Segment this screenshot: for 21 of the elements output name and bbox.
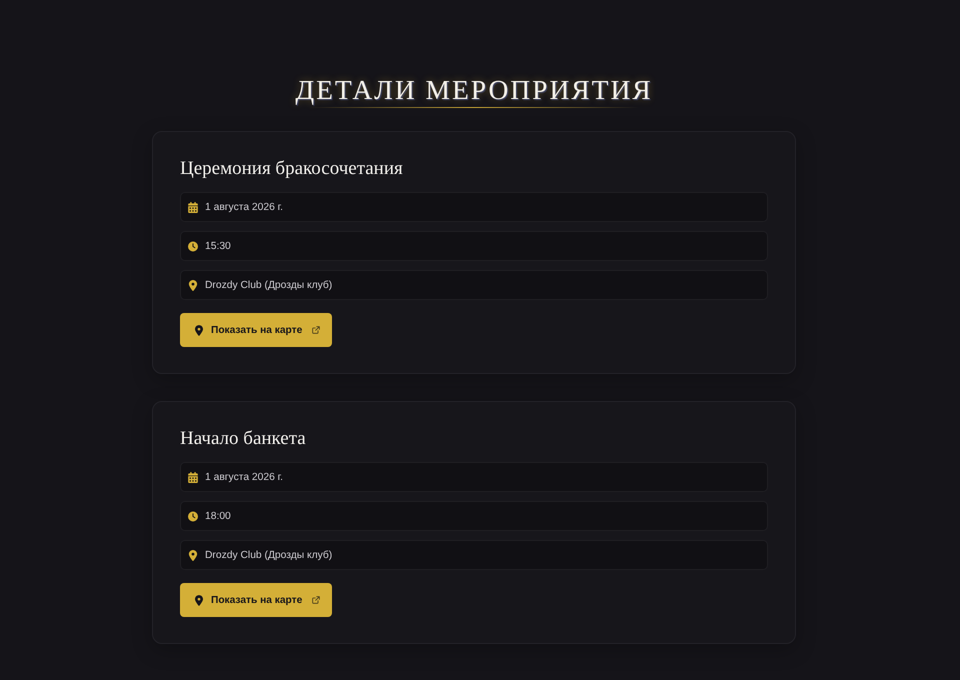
event-heading: Начало банкета — [180, 429, 306, 449]
show-on-map-button[interactable]: Показать на карте — [180, 313, 332, 347]
detail-text: 1 августа 2026 г. — [205, 202, 284, 212]
external-link-icon — [312, 596, 320, 604]
map-pin-icon — [195, 594, 203, 606]
external-link-icon — [312, 326, 320, 334]
detail-text: 18:00 — [205, 510, 231, 522]
calendar-icon — [188, 202, 198, 212]
page-title: ДЕТАЛИ МЕРОПРИЯТИЯ — [295, 73, 653, 107]
detail-text: 15:30 — [205, 240, 231, 252]
map-pin-icon — [188, 280, 198, 290]
detail-text: 1 августа 2026 г. — [205, 472, 284, 482]
clock-icon — [188, 510, 198, 522]
show-on-map-button[interactable]: Показать на карте — [180, 583, 332, 617]
map-pin-icon — [188, 550, 198, 560]
calendar-icon — [188, 472, 198, 482]
detail-text: Drozdy Club (Дрозды клуб) — [205, 550, 332, 560]
map-pin-icon — [195, 324, 203, 336]
detail-text: Drozdy Club (Дрозды клуб) — [205, 280, 332, 290]
clock-icon — [188, 240, 198, 252]
event-heading: Церемония бракосочетания — [180, 159, 403, 179]
